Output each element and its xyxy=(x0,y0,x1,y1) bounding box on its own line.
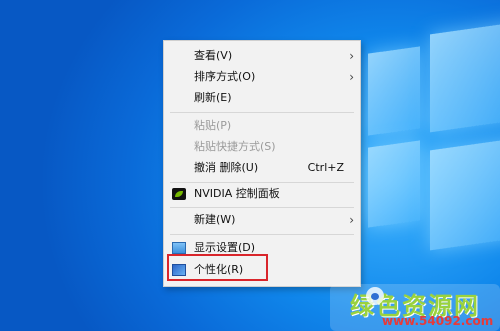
menu-item-paste[interactable]: 粘贴(P) xyxy=(164,116,360,136)
menu-item-label: NVIDIA 控制面板 xyxy=(194,187,280,200)
desktop-context-menu: 查看(V) › 排序方式(O) › 刷新(E) 粘贴(P) 粘贴快捷方式(S) … xyxy=(163,40,361,287)
menu-item-label: 查看(V) xyxy=(194,49,233,62)
menu-item-refresh[interactable]: 刷新(E) xyxy=(164,88,360,108)
menu-separator xyxy=(170,207,354,208)
submenu-arrow-icon: › xyxy=(349,70,354,84)
display-settings-icon xyxy=(172,242,186,254)
windows-logo-wallpaper xyxy=(360,21,500,322)
menu-item-shortcut: Ctrl+Z xyxy=(307,161,344,174)
menu-item-view[interactable]: 查看(V) › xyxy=(164,46,360,66)
submenu-arrow-icon: › xyxy=(349,213,354,227)
watermark-url: www.54092.com xyxy=(382,314,494,328)
site-watermark: 绿色资源网 www.54092.com xyxy=(330,284,500,331)
menu-item-new[interactable]: 新建(W) › xyxy=(164,210,360,230)
submenu-arrow-icon: › xyxy=(349,49,354,63)
menu-separator xyxy=(170,234,354,235)
menu-item-label: 新建(W) xyxy=(194,213,236,226)
highlight-box xyxy=(167,254,268,281)
menu-item-label: 撤消 删除(U) xyxy=(194,161,259,174)
menu-item-label: 粘贴(P) xyxy=(194,119,232,132)
menu-item-label: 排序方式(O) xyxy=(194,70,256,83)
menu-separator xyxy=(170,112,354,113)
menu-item-label: 粘贴快捷方式(S) xyxy=(194,140,276,153)
menu-item-label: 刷新(E) xyxy=(194,91,232,104)
menu-separator xyxy=(170,182,354,183)
menu-item-sort-by[interactable]: 排序方式(O) › xyxy=(164,67,360,87)
paw-icon xyxy=(366,287,384,305)
menu-item-nvidia-control-panel[interactable]: NVIDIA 控制面板 xyxy=(164,184,360,204)
nvidia-icon xyxy=(172,188,186,200)
menu-item-paste-shortcut[interactable]: 粘贴快捷方式(S) xyxy=(164,137,360,157)
menu-item-undo-delete[interactable]: 撤消 删除(U) Ctrl+Z xyxy=(164,158,360,178)
